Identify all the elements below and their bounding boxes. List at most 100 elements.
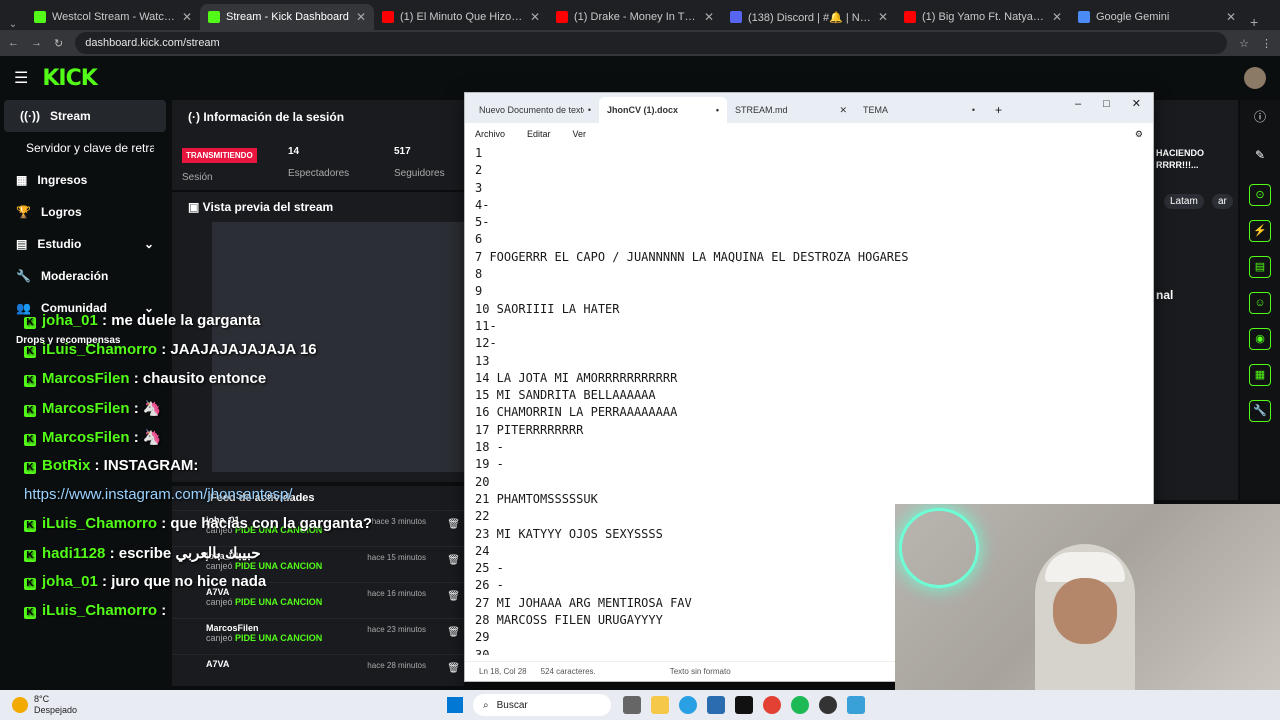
tag-chip[interactable]: Latam (1164, 194, 1204, 209)
tab-favicon-icon (382, 11, 394, 23)
browser-tab[interactable]: (1) Drake - Money In The G ✕ (548, 4, 722, 30)
chat-username[interactable]: iLuis_Chamorro (42, 515, 157, 532)
trash-icon[interactable]: 🗑 (447, 663, 460, 674)
notepad-tab[interactable]: Nuevo Documento de texto • (471, 97, 599, 123)
hamburger-icon[interactable]: ☰ (14, 68, 28, 88)
bookmark-star-icon[interactable]: ☆ (1239, 37, 1249, 50)
chat-username[interactable]: iLuis_Chamorro (42, 602, 157, 619)
text-line: 18 - (475, 440, 504, 455)
close-icon[interactable]: ✕ (182, 10, 192, 24)
close-icon[interactable]: ✕ (704, 10, 714, 24)
dot-icon[interactable]: • (972, 105, 975, 115)
chat-username[interactable]: MarcosFilen (42, 370, 130, 387)
obs-icon[interactable] (819, 696, 838, 714)
chat-message: KiLuis_Chamorro : que hacías con la garg… (24, 515, 372, 532)
store-icon[interactable] (707, 696, 726, 714)
doc-icon[interactable]: ▤ (1249, 256, 1271, 278)
notepad-icon[interactable] (847, 696, 866, 714)
back-icon[interactable]: ← (8, 37, 19, 49)
windows-start-icon[interactable] (447, 697, 464, 713)
sidebar-item-moderation[interactable]: 🔧 Moderación (0, 260, 170, 292)
browser-tab[interactable]: (1) El Minuto Que Hizo Sangrar ✕ (374, 4, 548, 30)
browser-tab[interactable]: (1) Big Yamo Ft. Natya - Tocarte ✕ (896, 4, 1070, 30)
menu-archivo[interactable]: Archivo (475, 129, 505, 139)
browser-tab[interactable]: Stream - Kick Dashboard ✕ (200, 4, 374, 30)
kick-logo[interactable]: KICK (42, 66, 97, 91)
right-text-2: RRRR!!!... (1156, 160, 1199, 170)
maximize-icon[interactable]: □ (1103, 93, 1110, 119)
notepad-tab[interactable]: TEMA • (855, 97, 983, 123)
viewers-label: Espectadores (288, 168, 350, 179)
text-line: 12- (475, 336, 497, 351)
file-explorer-icon[interactable] (651, 696, 670, 714)
notepad-tab[interactable]: STREAM.md ✕ (727, 97, 855, 123)
browser-tab[interactable]: Westcol Stream - Watch Live on ✕ (26, 4, 200, 30)
close-icon[interactable]: ✕ (1132, 93, 1141, 119)
edge-icon[interactable] (679, 696, 698, 714)
chrome-icon[interactable] (763, 696, 782, 714)
trash-icon[interactable]: 🗑 (447, 555, 460, 566)
new-tab-button[interactable]: + (1250, 14, 1258, 30)
chat-username[interactable]: BotRix (42, 457, 90, 474)
text-line: 1 (475, 146, 483, 160)
close-icon[interactable]: ✕ (839, 105, 847, 116)
notepad-tab-label: JhonCV (1).docx (607, 105, 679, 115)
stream-preview-panel: ▣ Vista previa del stream (172, 192, 464, 482)
trash-icon[interactable]: 🗑 (447, 591, 460, 602)
settings-icon[interactable]: ⚙ (1135, 129, 1143, 140)
dot-icon[interactable]: • (588, 105, 591, 115)
tag-chip[interactable]: ar (1212, 194, 1233, 209)
sidebar-item-server[interactable]: Servidor y clave de retransmisión (0, 132, 170, 164)
close-icon[interactable]: ✕ (1226, 10, 1236, 24)
close-icon[interactable]: ✕ (530, 10, 540, 24)
menu-ver[interactable]: Ver (573, 129, 587, 139)
chat-text: : INSTAGRAM: (94, 457, 199, 474)
notepad-tab[interactable]: JhonCV (1).docx • (599, 97, 727, 123)
chevron-down-icon: ⌄ (143, 237, 154, 251)
browser-tab[interactable]: Google Gemini ✕ (1070, 4, 1244, 30)
close-icon[interactable]: ✕ (878, 10, 888, 24)
menu-icon[interactable]: ⋮ (1261, 37, 1272, 50)
sidebar-item-income[interactable]: ▦ Ingresos (0, 164, 170, 196)
dot-icon[interactable]: • (716, 105, 719, 115)
pencil-icon[interactable]: ✎ (1251, 148, 1269, 166)
close-icon[interactable]: ✕ (356, 10, 366, 24)
address-bar[interactable]: dashboard.kick.com/stream (75, 32, 1228, 54)
avatar[interactable] (1244, 67, 1266, 89)
chat-link[interactable]: https://www.instagram.com/jhonsantosp/ (24, 486, 292, 503)
notepad-tab-label: STREAM.md (735, 105, 788, 115)
sidebar-item-achievements[interactable]: 🏆 Logros (0, 196, 170, 228)
chat-username[interactable]: iLuis_Chamorro (42, 341, 157, 358)
kick-badge-icon: K (24, 607, 36, 619)
spotify-icon[interactable] (791, 696, 810, 714)
chat-username[interactable]: joha_01 (42, 573, 98, 590)
camera-icon[interactable]: ⊙ (1249, 184, 1271, 206)
chat-username[interactable]: MarcosFilen (42, 400, 130, 417)
reload-icon[interactable]: ↻ (54, 37, 63, 50)
taskbar-search[interactable]: ⌕ Buscar (473, 694, 612, 716)
menu-editar[interactable]: Editar (527, 129, 551, 139)
close-icon[interactable]: ✕ (1052, 10, 1062, 24)
minimize-icon[interactable]: – (1075, 93, 1081, 119)
wrench-icon[interactable]: 🔧 (1249, 400, 1271, 422)
notepad-tabs: Nuevo Documento de texto • JhonCV (1).docx… (465, 93, 1153, 123)
chat-username[interactable]: MarcosFilen (42, 429, 130, 446)
studio-icon: ▤ (16, 237, 28, 251)
new-tab-button[interactable]: + (995, 97, 1002, 123)
trash-icon[interactable]: 🗑 (447, 519, 460, 530)
forward-icon[interactable]: → (31, 37, 42, 49)
tab-search-icon[interactable]: ⌄ (0, 19, 26, 30)
chat-username[interactable]: hadi1128 (42, 545, 105, 562)
trash-icon[interactable]: 🗑 (447, 627, 460, 638)
sidebar-item-stream[interactable]: ((·)) Stream (4, 100, 166, 132)
broadcast-icon[interactable]: ◉ (1249, 328, 1271, 350)
chat-icon[interactable]: ☺ (1249, 292, 1271, 314)
browser-tab[interactable]: (138) Discord | #🔔 | Notificac ✕ (722, 4, 896, 30)
app-y-icon[interactable] (735, 696, 754, 714)
bolt-icon[interactable]: ⚡ (1249, 220, 1271, 242)
chat-username[interactable]: joha_01 (42, 312, 98, 329)
info-icon[interactable]: ⓘ (1251, 108, 1269, 126)
sidebar-item-studio[interactable]: ▤ Estudio ⌄ (0, 228, 170, 260)
layout-icon[interactable]: ▦ (1249, 364, 1271, 386)
task-view-icon[interactable] (623, 696, 642, 714)
